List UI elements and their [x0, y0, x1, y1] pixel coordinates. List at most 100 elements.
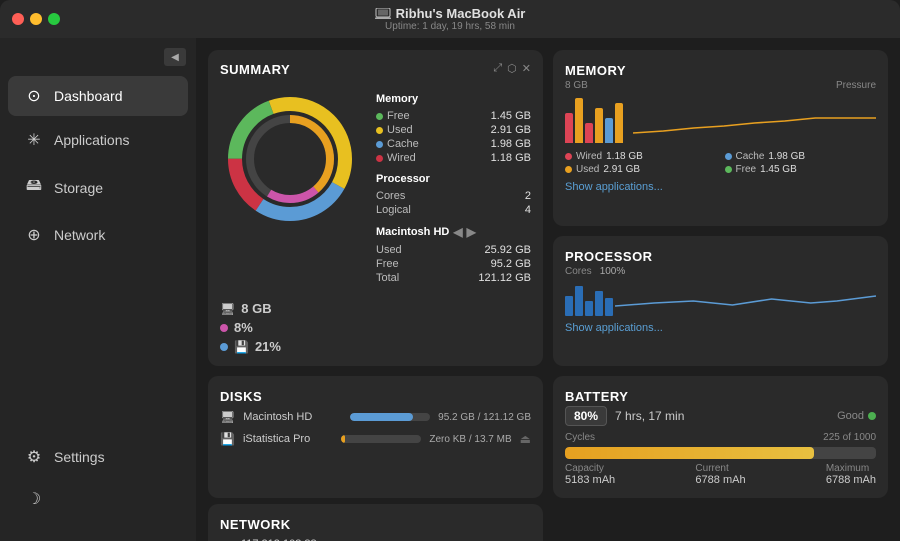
- memory-chart-area: [565, 93, 876, 143]
- processor-section: Processor Cores 2 Logical 4: [376, 173, 531, 217]
- cpu-dot: [220, 324, 228, 332]
- battery-header: 80% 7 hrs, 17 min Good: [565, 406, 876, 426]
- sidebar-label-storage: Storage: [54, 180, 103, 196]
- resize-icon[interactable]: ⤢: [493, 62, 502, 75]
- titlebar: Ribhu's MacBook Air Uptime: 1 day, 19 hr…: [0, 0, 900, 38]
- memory-bar-chart: [565, 93, 623, 143]
- disk-next-button[interactable]: ▶: [467, 225, 476, 239]
- used-legend: Used 2.91 GB: [565, 164, 717, 175]
- processor-chart: [565, 281, 876, 316]
- processor-logical-row: Logical 4: [376, 203, 531, 217]
- main-layout: ◀ ⊙ Dashboard ✳ Applications 🖴 Storage ⊕…: [0, 38, 900, 541]
- disk-bar-2: [341, 435, 345, 443]
- memory-used-row: Used 2.91 GB: [376, 123, 531, 137]
- network-title: NETWORK: [220, 517, 291, 532]
- close-summary-icon[interactable]: ✕: [522, 62, 531, 75]
- summary-card: SUMMARY ⤢ ⬡ ✕: [208, 50, 543, 366]
- disk-free-row: Free 95.2 GB: [376, 257, 531, 271]
- memory-top-labels: 8 GB Pressure: [565, 80, 876, 91]
- disk-bar-1: [350, 413, 412, 421]
- battery-footer: Capacity 5183 mAh Current 6788 mAh Maxim…: [565, 463, 876, 486]
- battery-pct-badge: 80%: [565, 406, 607, 426]
- battery-current: Current 6788 mAh: [695, 463, 745, 486]
- disk-bar-container-1: [350, 413, 430, 421]
- close-button[interactable]: [12, 13, 24, 25]
- sidebar-item-settings[interactable]: ⚙ Settings: [8, 437, 188, 477]
- disk-row-1: 🖥 Macintosh HD 95.2 GB / 121.12 GB: [220, 406, 531, 428]
- sidebar-bottom: ⚙ Settings ☽: [0, 435, 196, 531]
- memory-legend: Wired 1.18 GB Cache 1.98 GB Used 2.91 GB…: [565, 151, 876, 175]
- battery-capacity: Capacity 5183 mAh: [565, 463, 615, 486]
- mem-bar-1: [565, 113, 573, 143]
- sidebar-collapse-area: ◀: [0, 48, 196, 74]
- sidebar-item-applications[interactable]: ✳ Applications: [8, 120, 188, 160]
- mem-bar-3: [585, 123, 593, 143]
- uptime-label: Uptime: 1 day, 19 hrs, 58 min: [385, 21, 515, 32]
- network-icon: ⊕: [24, 225, 44, 245]
- battery-time: 7 hrs, 17 min: [615, 409, 829, 423]
- laptop-icon: [375, 8, 391, 19]
- used-dot: [565, 166, 572, 173]
- disk-stat-icon: 💾: [234, 340, 249, 354]
- memory-free-row: Free 1.45 GB: [376, 109, 531, 123]
- wired-legend: Wired 1.18 GB: [565, 151, 717, 162]
- disks-title: DISKS: [220, 389, 262, 404]
- processor-title: PROCESSOR: [565, 249, 653, 264]
- summary-title: SUMMARY: [220, 62, 290, 77]
- disk-prev-button[interactable]: ◀: [453, 225, 462, 239]
- sidebar-item-theme[interactable]: ☽: [8, 479, 188, 519]
- battery-card: BATTERY 80% 7 hrs, 17 min Good Cycles 22…: [553, 376, 888, 498]
- free-legend: Free 1.45 GB: [725, 164, 877, 175]
- summary-window-controls: ⤢ ⬡ ✕: [493, 62, 531, 75]
- cache-legend: Cache 1.98 GB: [725, 151, 877, 162]
- battery-good-dot: [868, 412, 876, 420]
- memory-card: MEMORY 8 GB Pressure: [553, 50, 888, 226]
- sidebar-label-settings: Settings: [54, 449, 105, 465]
- ram-stat: 🖥 8 GB: [220, 301, 531, 316]
- disk-icon-1: 🖥: [220, 410, 235, 424]
- proc-b5: [605, 298, 613, 316]
- memory-cache-row: Cache 1.98 GB: [376, 137, 531, 151]
- sidebar: ◀ ⊙ Dashboard ✳ Applications 🖴 Storage ⊕…: [0, 38, 196, 541]
- mem-bar-5: [605, 118, 613, 143]
- sidebar-item-network[interactable]: ⊕ Network: [8, 215, 188, 255]
- traffic-lights: [12, 13, 60, 25]
- maximize-button[interactable]: [48, 13, 60, 25]
- wired-dot: [565, 153, 572, 160]
- proc-b2: [575, 286, 583, 316]
- disk-row-2: 💾 iStatistica Pro Zero KB / 13.7 MB ⏏: [220, 428, 531, 450]
- battery-title: BATTERY: [565, 389, 628, 404]
- donut-svg: [220, 89, 360, 229]
- collapse-button[interactable]: ◀: [164, 48, 186, 66]
- processor-section-title: Processor: [376, 173, 531, 185]
- memory-section-title: Memory: [376, 93, 531, 105]
- window-title: Ribhu's MacBook Air: [375, 6, 526, 21]
- processor-show-apps[interactable]: Show applications...: [565, 322, 876, 334]
- sidebar-item-storage[interactable]: 🖴 Storage: [8, 164, 188, 211]
- minimize-button[interactable]: [30, 13, 42, 25]
- eject-button[interactable]: ⏏: [520, 432, 531, 446]
- memory-wired-row: Wired 1.18 GB: [376, 151, 531, 165]
- pressure-svg: [633, 93, 876, 143]
- processor-cores-row: Cores 2: [376, 189, 531, 203]
- cache-dot: [725, 153, 732, 160]
- disk-section: Macintosh HD ◀ ▶ Used 25.92 GB Free 95.2…: [376, 225, 531, 285]
- memory-pressure-chart: [633, 93, 876, 143]
- processor-line-chart: [615, 281, 876, 316]
- mem-bar-6: [615, 103, 623, 143]
- network-card: NETWORK 🌐 117.213.108.88 India ↻ Wi-Fi ▾: [208, 504, 543, 541]
- popout-icon[interactable]: ⬡: [507, 62, 517, 75]
- summary-info: Memory Free 1.45 GB Used 2.91 GB Cache 1…: [376, 89, 531, 293]
- applications-icon: ✳: [24, 130, 44, 150]
- settings-icon: ⚙: [24, 447, 44, 467]
- proc-b3: [585, 301, 593, 316]
- summary-body: Memory Free 1.45 GB Used 2.91 GB Cache 1…: [220, 89, 531, 293]
- sidebar-item-dashboard[interactable]: ⊙ Dashboard: [8, 76, 188, 116]
- cpu-stat: 8%: [220, 320, 531, 335]
- disk-bar-container-2: [341, 435, 421, 443]
- summary-bottom-stats: 🖥 8 GB 8% 💾 21%: [220, 301, 531, 354]
- ram-icon: 🖥: [220, 302, 235, 316]
- content-area: SUMMARY ⤢ ⬡ ✕: [196, 38, 900, 541]
- memory-show-apps[interactable]: Show applications...: [565, 181, 876, 193]
- battery-bar-container: [565, 447, 876, 459]
